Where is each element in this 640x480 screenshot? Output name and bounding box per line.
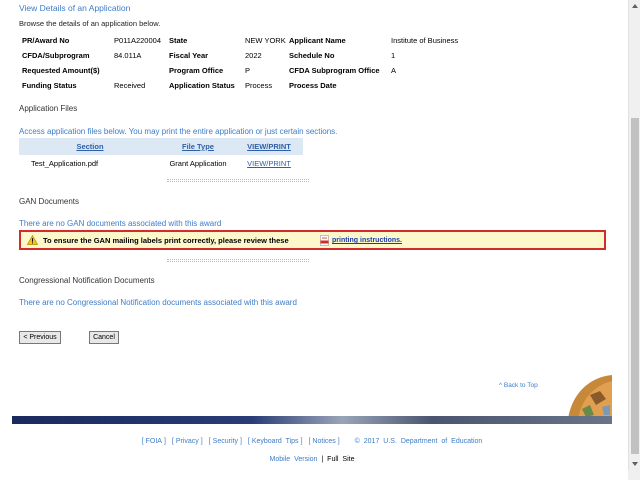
previous-button[interactable]: < Previous: [19, 331, 61, 344]
page-title: View Details of an Application: [19, 3, 131, 13]
footer-link-notices[interactable]: Notices: [312, 438, 335, 445]
footer-link-keyboard-tips[interactable]: Keyboard Tips: [252, 438, 299, 445]
requested-amount-label: Requested Amount($): [22, 66, 100, 75]
gan-warning-text: To ensure the GAN mailing labels print c…: [43, 236, 289, 245]
table-row: Test_Application.pdf Grant Application V…: [19, 155, 303, 172]
fiscal-year-value: 2022: [245, 51, 262, 60]
scroll-up-arrow-icon[interactable]: [629, 0, 640, 12]
schedule-no-label: Schedule No: [289, 51, 335, 60]
footer-link-privacy[interactable]: Privacy: [176, 438, 199, 445]
gan-warning-box: To ensure the GAN mailing labels print c…: [19, 230, 606, 250]
application-status-label: Application Status: [169, 81, 235, 90]
footer-links: [FOIA] [Privacy] [Security] [Keyboard Ti…: [141, 438, 483, 445]
column-header-section[interactable]: Section: [19, 138, 161, 155]
view-print-link[interactable]: VIEW/PRINT: [247, 159, 291, 168]
browse-note: Browse the details of an application bel…: [19, 19, 161, 28]
schedule-no-value: 1: [391, 51, 396, 60]
warning-icon: [27, 235, 38, 245]
footer-link-foia[interactable]: FOIA: [146, 438, 162, 445]
mobile-version-link[interactable]: Mobile Version: [270, 456, 318, 463]
state-label: State: [169, 36, 188, 45]
application-status-value: Process: [245, 81, 273, 90]
page: View Details of an Application Browse th…: [0, 0, 628, 480]
cfda-label: CFDA/Subprogram: [22, 51, 90, 60]
table-header-row: Section File Type VIEW/PRINT: [19, 138, 303, 155]
view-print-cell: VIEW/PRINT: [235, 155, 303, 172]
applicant-name-value: Institute of Business: [391, 36, 459, 45]
footer-link-security[interactable]: Security: [213, 438, 238, 445]
scrollbar-corner: [628, 470, 640, 480]
pdf-icon[interactable]: [320, 235, 329, 246]
cfda-subprogram-office-value: A: [391, 66, 397, 75]
footer-copyright: © 2017 U.S. Department of Education: [354, 438, 483, 445]
section-divider: [167, 259, 309, 262]
main-content: View Details of an Application Browse th…: [12, 0, 612, 480]
footer-banner: [12, 416, 612, 424]
state-value: NEW YORK: [245, 36, 286, 45]
section-divider: [167, 179, 309, 182]
congressional-none-message: There are no Congressional Notification …: [19, 298, 297, 307]
applicant-name-label: Applicant Name: [289, 36, 346, 45]
funding-status-value: Received: [114, 81, 146, 90]
funding-status-label: Funding Status: [22, 81, 77, 90]
process-date-label: Process Date: [289, 81, 337, 90]
cfda-value: 84.011A: [114, 51, 142, 60]
scrollbar-thumb[interactable]: [631, 118, 639, 454]
congressional-notification-heading: Congressional Notification Documents: [19, 276, 155, 285]
cfda-subprogram-office-label: CFDA Subprogram Office: [289, 66, 380, 75]
application-files-table: Section File Type VIEW/PRINT Test_Applic…: [19, 138, 303, 172]
fiscal-year-label: Fiscal Year: [169, 51, 209, 60]
file-type-cell: Grant Application: [169, 159, 227, 168]
footer-site-mode: Mobile Version | Full Site: [12, 456, 612, 463]
back-to-top-link[interactable]: ^ Back to Top: [499, 382, 538, 389]
full-site-label: Full Site: [327, 456, 355, 463]
column-header-file-type[interactable]: File Type: [161, 138, 235, 155]
cancel-button[interactable]: Cancel: [89, 331, 119, 344]
scroll-down-arrow-icon[interactable]: [629, 458, 640, 470]
pr-award-value: P011A220004: [114, 36, 161, 45]
printing-instructions-link[interactable]: printing instructions.: [332, 237, 402, 244]
file-section-cell: Test_Application.pdf: [31, 159, 99, 168]
application-files-note: Access application files below. You may …: [19, 127, 338, 136]
gan-none-message: There are no GAN documents associated wi…: [19, 219, 222, 228]
column-header-view-print: VIEW/PRINT: [235, 138, 303, 155]
footer-separator: |: [321, 456, 324, 463]
earth-icon: [568, 375, 612, 419]
program-office-value: P: [245, 66, 251, 75]
vertical-scrollbar[interactable]: [628, 0, 640, 480]
pr-award-label: PR/Award No: [22, 36, 70, 45]
program-office-label: Program Office: [169, 66, 224, 75]
application-files-heading: Application Files: [19, 104, 78, 113]
gan-documents-heading: GAN Documents: [19, 197, 80, 206]
